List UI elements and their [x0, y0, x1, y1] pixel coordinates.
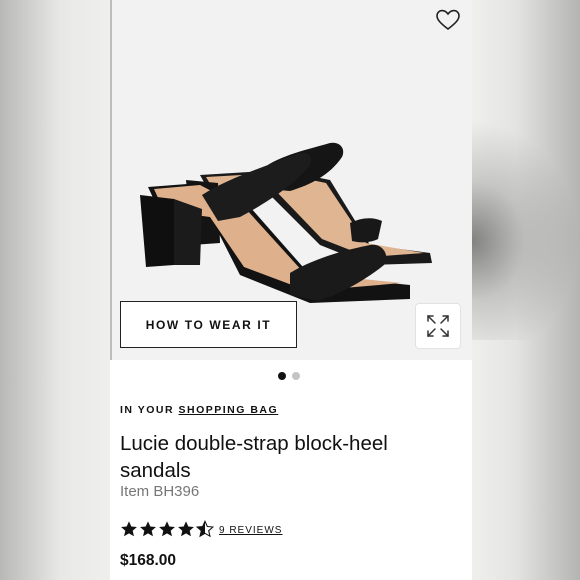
blurred-shoe-decoration: [472, 120, 580, 340]
background-left-blur: [0, 0, 110, 580]
sandal-image: [140, 142, 432, 303]
image-edge-divider: [110, 0, 112, 360]
star-rating: [120, 520, 214, 538]
carousel-dots: [278, 372, 300, 380]
product-image-area: HOW TO WEAR IT: [110, 0, 472, 360]
product-title: Lucie double-strap block-heel sandals: [120, 432, 388, 482]
how-to-wear-button[interactable]: HOW TO WEAR IT: [120, 301, 297, 348]
expand-arrows-icon: [427, 315, 449, 337]
expand-image-button[interactable]: [416, 304, 460, 348]
carousel-dot-2[interactable]: [292, 372, 300, 380]
star-icon: [121, 521, 137, 537]
item-number: Item BH396: [120, 483, 200, 500]
shopping-bag-link[interactable]: SHOPPING BAG: [179, 404, 279, 416]
star-icon: [140, 521, 156, 537]
reviews-link[interactable]: 9 REVIEWS: [219, 525, 282, 536]
bag-prefix: IN YOUR: [120, 404, 175, 416]
product-page: HOW TO WEAR IT IN YOUR SHOPPING BAG Luci…: [110, 0, 472, 580]
wishlist-heart-icon[interactable]: [434, 6, 462, 34]
product-price: $168.00: [120, 552, 177, 569]
carousel-dot-1[interactable]: [278, 372, 286, 380]
star-icon: [159, 521, 175, 537]
star-icon: [178, 521, 194, 537]
background-right-blur: [472, 0, 580, 580]
shopping-bag-status: IN YOUR SHOPPING BAG: [120, 404, 278, 416]
half-star-icon: [196, 520, 214, 538]
